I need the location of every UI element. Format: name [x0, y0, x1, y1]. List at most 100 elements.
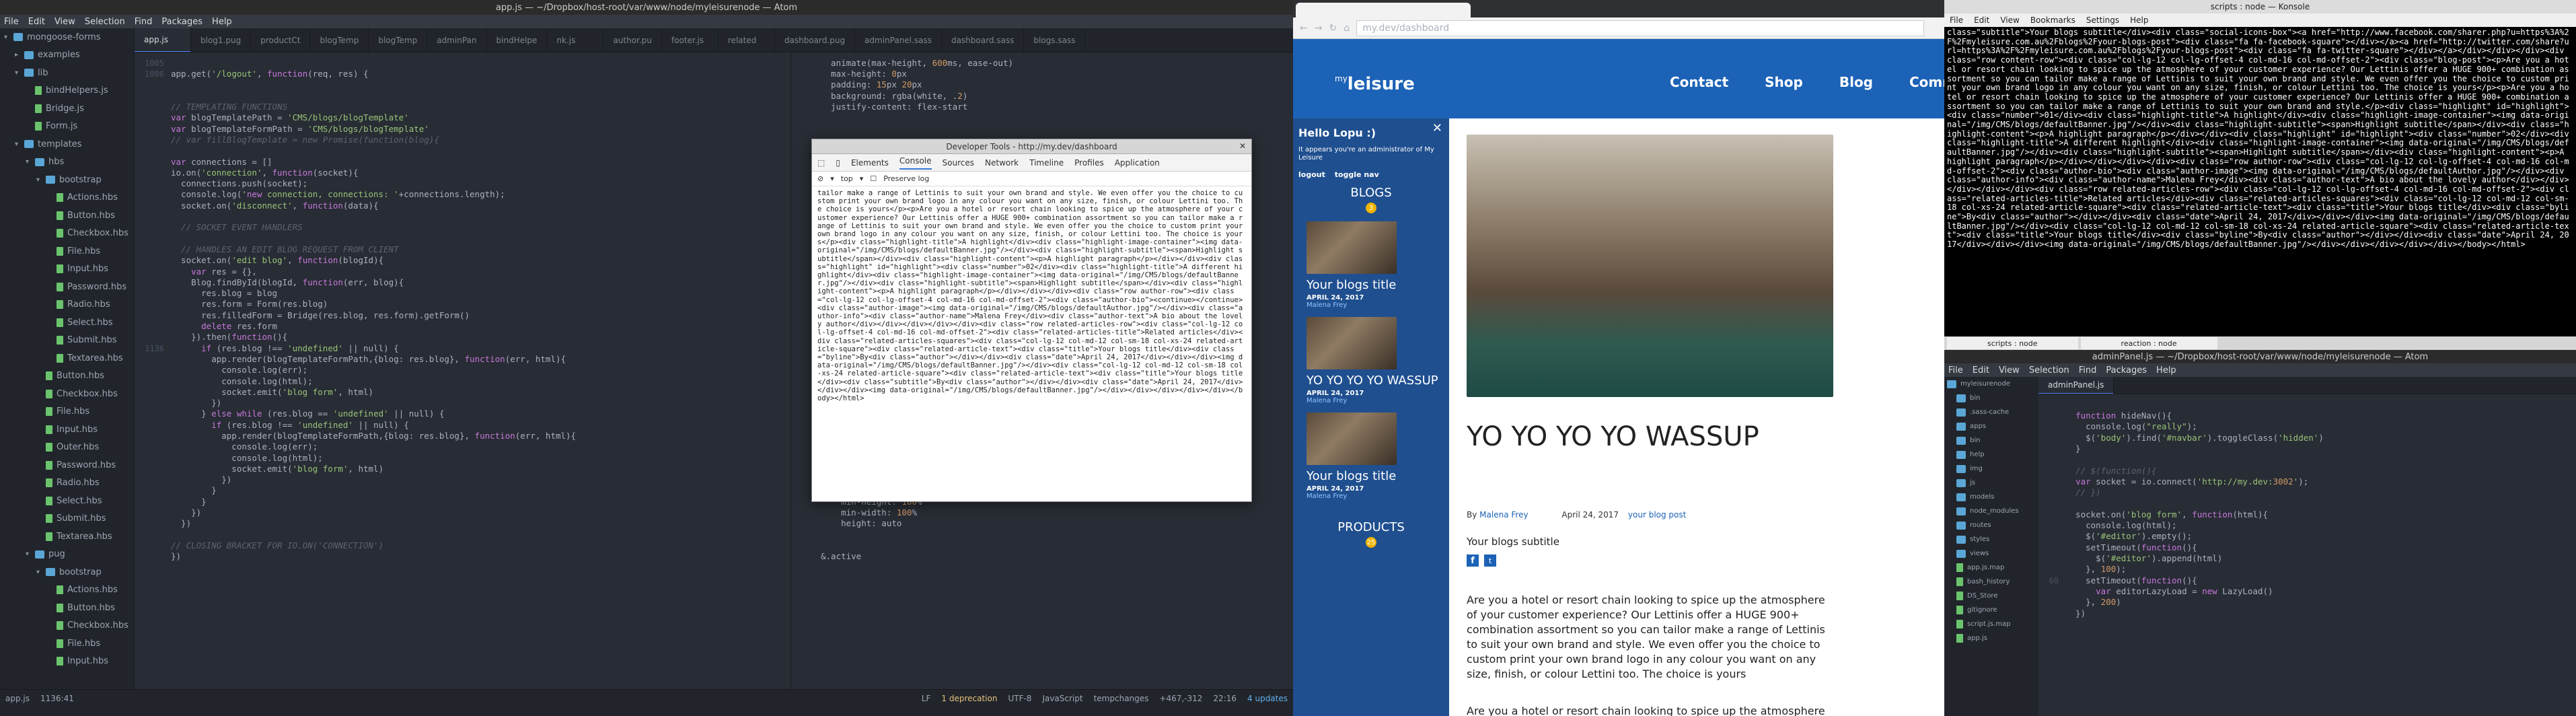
blog-card[interactable]: Your blogs title APRIL 24, 2017 Malena Fre…	[1300, 413, 1442, 500]
tree-file[interactable]: Checkbox.hbs	[0, 225, 134, 243]
article-body-paragraph-2[interactable]: Are you a hotel or resort chain looking …	[1467, 704, 1837, 716]
status-updates[interactable]: 4 updates	[1247, 694, 1288, 703]
project-tree-view[interactable]: myleisurenode bin .sass-cache apps bin help im…	[1944, 377, 2038, 716]
blogs-section-title[interactable]: BLOGS	[1293, 186, 1449, 200]
tree-file[interactable]: Checkbox.hbs	[0, 385, 134, 403]
terminal-output[interactable]: class="subtitle">Your blogs subtitle</di…	[1944, 27, 2576, 334]
blog-card-author[interactable]: Malena Frey	[1307, 301, 1442, 309]
tree-item[interactable]: .sass-cache	[1944, 405, 2038, 419]
tree-folder[interactable]: ▾ pug	[0, 546, 134, 564]
context-select[interactable]: top	[841, 174, 853, 183]
blog-card-thumbnail[interactable]	[1307, 413, 1397, 465]
chevron-down-icon[interactable]: ▾	[26, 158, 35, 166]
tree-item[interactable]: myleisurenode	[1944, 377, 2038, 391]
editor-tab[interactable]: author.pu	[603, 28, 662, 52]
tree-file[interactable]: Textarea.hbs	[0, 528, 134, 546]
back-icon[interactable]: ←	[1300, 23, 1308, 34]
article-tag[interactable]: your blog post	[1628, 510, 1686, 520]
editor-tab[interactable]: related	[719, 28, 775, 52]
toggle-nav-link[interactable]: toggle nav	[1335, 170, 1379, 179]
project-tree-view[interactable]: ▾ mongoose-forms ▸ examples ▾ lib bindHelpers.…	[0, 28, 135, 689]
tree-file[interactable]: Actions.hbs	[0, 581, 134, 600]
status-grammar[interactable]: JavaScript	[1042, 694, 1082, 703]
menu-item-view[interactable]: View	[54, 17, 75, 27]
tree-file[interactable]: Textarea.hbs	[0, 349, 134, 367]
chevron-right-icon[interactable]: ▸	[15, 51, 24, 59]
tree-item[interactable]: bash_history	[1944, 575, 2038, 589]
author-link[interactable]: Malena Frey	[1479, 510, 1528, 520]
chevron-down-icon[interactable]: ▾	[4, 34, 13, 41]
tree-item[interactable]: routes	[1944, 518, 2038, 532]
tree-item[interactable]: help	[1944, 448, 2038, 462]
tree-folder[interactable]: ▾ lib	[0, 64, 134, 82]
tree-file[interactable]: bindHelpers.js	[0, 82, 134, 100]
tree-item[interactable]: app.js.map	[1944, 561, 2038, 575]
menu-item-file[interactable]: File	[1948, 365, 1963, 375]
tree-file[interactable]: Outer.hbs	[0, 439, 134, 457]
nav-link-shop[interactable]: Shop	[1765, 74, 1803, 90]
close-icon[interactable]: ✕	[1432, 121, 1442, 135]
article-headline[interactable]: YO YO YO YO WASSUP	[1467, 421, 1759, 452]
tree-folder[interactable]: ▾ hbs	[0, 153, 134, 172]
tree-item[interactable]: bin	[1944, 391, 2038, 405]
konsole-tab[interactable]: reaction : node	[2080, 337, 2217, 349]
nav-link-contact[interactable]: Contact	[1670, 74, 1728, 90]
nav-link-blog[interactable]: Blog	[1839, 74, 1873, 90]
devtools-tab-application[interactable]: Application	[1115, 158, 1160, 168]
forward-icon[interactable]: →	[1315, 23, 1323, 34]
tree-file[interactable]: Input.hbs	[0, 421, 134, 439]
tree-folder[interactable]: ▾ mongoose-forms	[0, 28, 134, 46]
devtools-tab-network[interactable]: Network	[985, 158, 1019, 168]
editor-tab[interactable]: adminPan	[427, 28, 487, 52]
blog-card-author[interactable]: Malena Frey	[1307, 397, 1442, 404]
tree-item[interactable]: app.js	[1944, 631, 2038, 645]
menu-item-file[interactable]: File	[1950, 15, 1963, 25]
logout-link[interactable]: logout	[1298, 170, 1325, 179]
console-output[interactable]: tailor make a range of Lettinis to suit …	[812, 186, 1251, 496]
chevron-down-icon[interactable]: ▾	[26, 550, 35, 558]
blog-card[interactable]: YO YO YO YO WASSUP APRIL 24, 2017 Malena F…	[1300, 317, 1442, 404]
tree-item[interactable]: script.js.map	[1944, 617, 2038, 631]
tree-file[interactable]: Form.js	[0, 118, 134, 136]
tree-file[interactable]: File.hbs	[0, 403, 134, 421]
tree-file[interactable]: Select.hbs	[0, 492, 134, 510]
menu-item-help[interactable]: Help	[2130, 15, 2148, 25]
tree-file[interactable]: Button.hbs	[0, 367, 134, 386]
blog-card-author[interactable]: Malena Frey	[1307, 493, 1442, 500]
filter-icon[interactable]: ▾	[830, 174, 834, 183]
editor-tab[interactable]: dashboard.sass	[942, 28, 1025, 52]
menu-item-edit[interactable]: Edit	[1973, 365, 1989, 375]
devtools-tab-elements[interactable]: Elements	[851, 158, 889, 168]
status-cursor[interactable]: 1136:41	[40, 694, 74, 703]
menu-item-help[interactable]: Help	[2156, 365, 2176, 375]
menu-item-selection[interactable]: Selection	[2029, 365, 2069, 375]
menu-item-file[interactable]: File	[4, 17, 19, 27]
twitter-icon[interactable]: t	[1484, 554, 1496, 567]
tree-item[interactable]: gitignore	[1944, 603, 2038, 617]
editor-tab[interactable]: blogTemp	[369, 28, 428, 52]
tree-file[interactable]: Actions.hbs	[0, 189, 134, 207]
dropdown-icon[interactable]: ▾	[860, 174, 864, 183]
editor-tab[interactable]: dashboard.pug	[775, 28, 856, 52]
tree-folder[interactable]: ▸ examples	[0, 46, 134, 65]
chevron-down-icon[interactable]: ▾	[36, 176, 46, 184]
editor-tab[interactable]: footer.js	[662, 28, 719, 52]
menu-item-edit[interactable]: Edit	[28, 17, 45, 27]
tree-item[interactable]: node_modules	[1944, 504, 2038, 518]
editor-tab[interactable]: app.js	[135, 28, 191, 52]
chevron-down-icon[interactable]: ▾	[15, 69, 24, 77]
tab-adminpanel-js[interactable]: adminPanel.js	[2038, 377, 2114, 394]
editor-tab[interactable]: nk.js	[547, 28, 604, 52]
tree-item[interactable]: DS_Store	[1944, 589, 2038, 603]
status-deprecation[interactable]: 1 deprecation	[941, 694, 997, 703]
menu-item-settings[interactable]: Settings	[2086, 15, 2119, 25]
menu-item-view[interactable]: View	[1999, 365, 2020, 375]
blog-card-thumbnail[interactable]	[1307, 221, 1397, 274]
devtools-tab-sources[interactable]: Sources	[943, 158, 974, 168]
menu-item-packages[interactable]: Packages	[2106, 365, 2147, 375]
menu-item-find[interactable]: Find	[135, 17, 153, 27]
devtools-tab-console[interactable]: Console	[899, 156, 932, 170]
tree-file[interactable]: Button.hbs	[0, 599, 134, 617]
menu-item-find[interactable]: Find	[2079, 365, 2097, 375]
preserve-log-checkbox[interactable]: ☐	[870, 174, 877, 183]
